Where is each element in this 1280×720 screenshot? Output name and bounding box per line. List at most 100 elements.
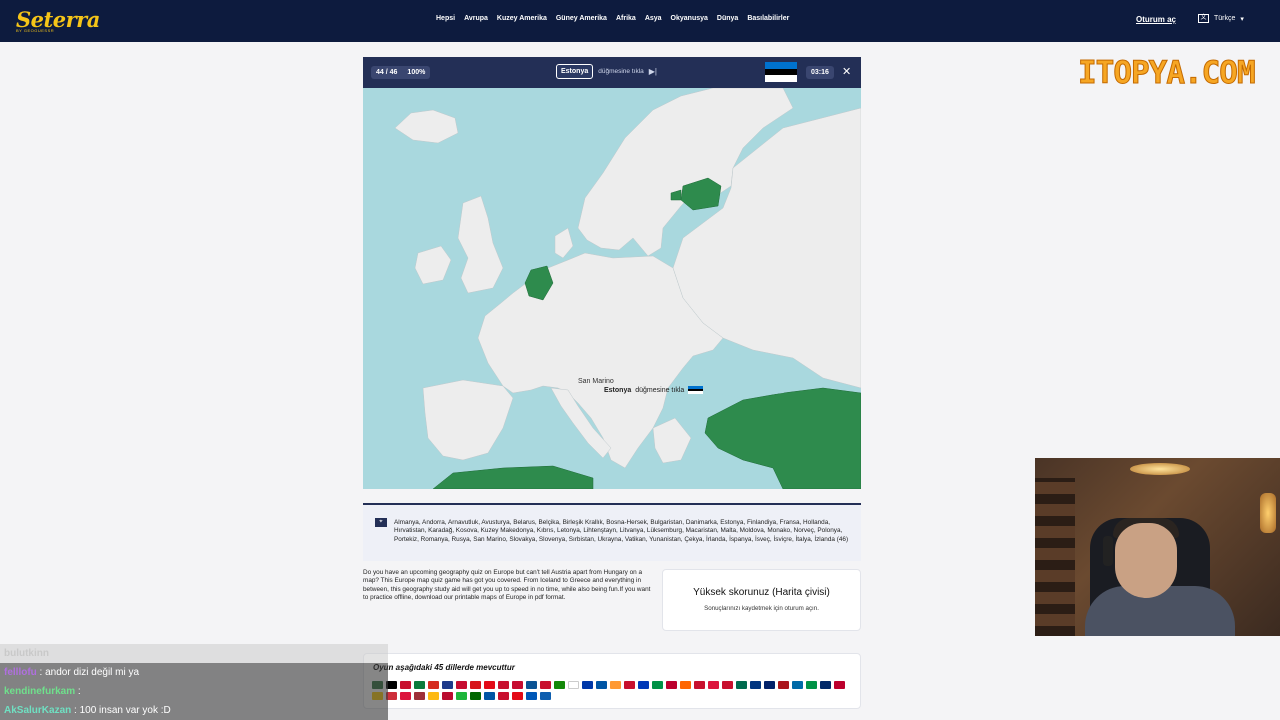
language-flag-icon[interactable] xyxy=(428,692,439,700)
progress-count: 44 / 46 xyxy=(376,69,398,76)
language-flag-icon[interactable] xyxy=(750,681,761,689)
nav-item-printables[interactable]: Basılabilirler xyxy=(747,15,789,22)
language-flag-icon[interactable] xyxy=(554,681,565,689)
language-flag-list xyxy=(372,681,852,700)
language-flag-icon[interactable] xyxy=(442,692,453,700)
language-flag-icon[interactable] xyxy=(582,681,593,689)
language-flag-icon[interactable] xyxy=(498,692,509,700)
language-flag-icon[interactable] xyxy=(470,692,481,700)
nav-item-world[interactable]: Dünya xyxy=(717,15,738,22)
country-iberia[interactable] xyxy=(422,379,514,461)
language-flag-icon[interactable] xyxy=(540,681,551,689)
country-list: Almanya, Andorra, Arnavutluk, Avusturya,… xyxy=(394,519,849,543)
game-description: Do you have an upcoming geography quiz o… xyxy=(363,569,651,602)
itopya-watermark: ITOPYA.COM xyxy=(1078,55,1257,92)
highscore-card[interactable]: Yüksek skorunuz (Harita çivisi) Sonuçlar… xyxy=(662,569,861,631)
stream-chat: bulutkinn felllofu : andor dizi değil mi … xyxy=(0,644,388,720)
score-badge: 44 / 46 100% xyxy=(371,66,431,79)
language-flag-icon[interactable] xyxy=(778,681,789,689)
chat-username: felllofu xyxy=(4,667,37,678)
language-flag-icon[interactable] xyxy=(526,692,537,700)
chat-message: AkSalurKazan : 100 insan var yok :D xyxy=(0,701,388,720)
language-flag-icon[interactable] xyxy=(722,681,733,689)
language-flag-icon[interactable] xyxy=(484,681,495,689)
nav-item-asia[interactable]: Asya xyxy=(645,15,662,22)
language-flag-icon[interactable] xyxy=(610,681,621,689)
nav-item-south-america[interactable]: Güney Amerika xyxy=(556,15,607,22)
game-toolbar: 44 / 46 100% Estonya düğmesine tıkla ▶| … xyxy=(363,57,861,88)
lamp-light xyxy=(1130,463,1190,475)
language-flag-icon[interactable] xyxy=(596,681,607,689)
language-flag-icon[interactable] xyxy=(470,681,481,689)
tooltip-country: Estonya xyxy=(604,386,632,394)
country-denmark[interactable] xyxy=(554,227,574,259)
tooltip-text: düğmesine tıkla xyxy=(635,386,685,394)
language-flag-icon[interactable] xyxy=(834,681,845,689)
chat-username: bulutkinn xyxy=(4,648,49,659)
language-flag-icon[interactable] xyxy=(792,681,803,689)
country-united-kingdom[interactable] xyxy=(457,195,504,294)
nav-item-oceania[interactable]: Okyanusya xyxy=(671,15,708,22)
nav-item-all[interactable]: Hepsi xyxy=(436,15,455,22)
lamp-light xyxy=(1260,493,1276,533)
login-link[interactable]: Oturum aç xyxy=(1136,15,1176,24)
nav-item-north-america[interactable]: Kuzey Amerika xyxy=(497,15,547,22)
language-flag-icon[interactable] xyxy=(512,692,523,700)
language-flag-icon[interactable] xyxy=(820,681,831,689)
language-flag-icon[interactable] xyxy=(624,681,635,689)
close-icon[interactable]: ✕ xyxy=(842,65,851,78)
country-north-africa-correct[interactable] xyxy=(432,465,594,489)
cursor-tooltip: Estonya düğmesine tıkla xyxy=(604,386,704,395)
language-flag-icon[interactable] xyxy=(764,681,775,689)
language-flag-icon[interactable] xyxy=(694,681,705,689)
language-flag-icon[interactable] xyxy=(540,692,551,700)
highscore-subtitle: Sonuçlarınızı kaydetmek için oturum açın… xyxy=(704,605,819,612)
language-flag-icon[interactable] xyxy=(400,681,411,689)
language-flag-icon[interactable] xyxy=(638,681,649,689)
chat-message: bulutkinn xyxy=(0,644,388,663)
language-flag-icon[interactable] xyxy=(526,681,537,689)
question-prompt: Estonya düğmesine tıkla ▶| xyxy=(556,64,657,79)
language-flag-icon[interactable] xyxy=(568,681,579,689)
highscore-title: Yüksek skorunuz (Harita çivisi) xyxy=(693,587,830,598)
country-iceland[interactable] xyxy=(394,109,459,144)
language-flag-icon[interactable] xyxy=(414,692,425,700)
timer: 03:16 xyxy=(806,66,834,79)
map-svg[interactable] xyxy=(363,88,861,489)
nav-item-africa[interactable]: Afrika xyxy=(616,15,636,22)
language-flag-icon[interactable] xyxy=(806,681,817,689)
language-flag-icon[interactable] xyxy=(652,681,663,689)
language-flag-icon[interactable] xyxy=(456,681,467,689)
streamer-head xyxy=(1115,523,1177,598)
skip-icon[interactable]: ▶| xyxy=(649,67,657,76)
language-flag-icon[interactable] xyxy=(680,681,691,689)
top-navigation-bar: Seterra BY GEOGUESSR Hepsi Avrupa Kuzey … xyxy=(0,0,1280,42)
language-flag-icon[interactable] xyxy=(400,692,411,700)
language-flag-icon[interactable] xyxy=(708,681,719,689)
language-selector[interactable]: 文 Türkçe ▾ xyxy=(1198,14,1244,23)
nav-item-europe[interactable]: Avrupa xyxy=(464,15,488,22)
language-flag-icon[interactable] xyxy=(498,681,509,689)
country-ireland[interactable] xyxy=(414,245,452,285)
country-turkey-correct[interactable] xyxy=(704,387,861,489)
flag-stripe xyxy=(765,75,797,83)
language-flag-icon[interactable] xyxy=(736,681,747,689)
language-flag-icon[interactable] xyxy=(456,692,467,700)
language-label: Türkçe xyxy=(1214,15,1236,22)
chat-text: : xyxy=(75,686,81,697)
language-flag-icon[interactable] xyxy=(484,692,495,700)
language-flag-icon[interactable] xyxy=(428,681,439,689)
translate-icon: 文 xyxy=(1198,14,1209,23)
map-quiz-game: 44 / 46 100% Estonya düğmesine tıkla ▶| … xyxy=(363,57,861,489)
language-flag-icon[interactable] xyxy=(442,681,453,689)
europe-map[interactable]: San Marino Estonya düğmesine tıkla xyxy=(363,88,861,489)
chat-username: kendinefurkam xyxy=(4,686,76,697)
headphones-icon xyxy=(1103,536,1113,566)
country-greece[interactable] xyxy=(652,417,692,464)
main-nav: Hepsi Avrupa Kuzey Amerika Güney Amerika… xyxy=(436,15,798,22)
language-flag-icon[interactable] xyxy=(666,681,677,689)
language-flag-icon[interactable] xyxy=(512,681,523,689)
map-pin-icon: ⌖ xyxy=(375,518,387,527)
language-flag-icon[interactable] xyxy=(414,681,425,689)
target-country-button[interactable]: Estonya xyxy=(556,64,594,79)
